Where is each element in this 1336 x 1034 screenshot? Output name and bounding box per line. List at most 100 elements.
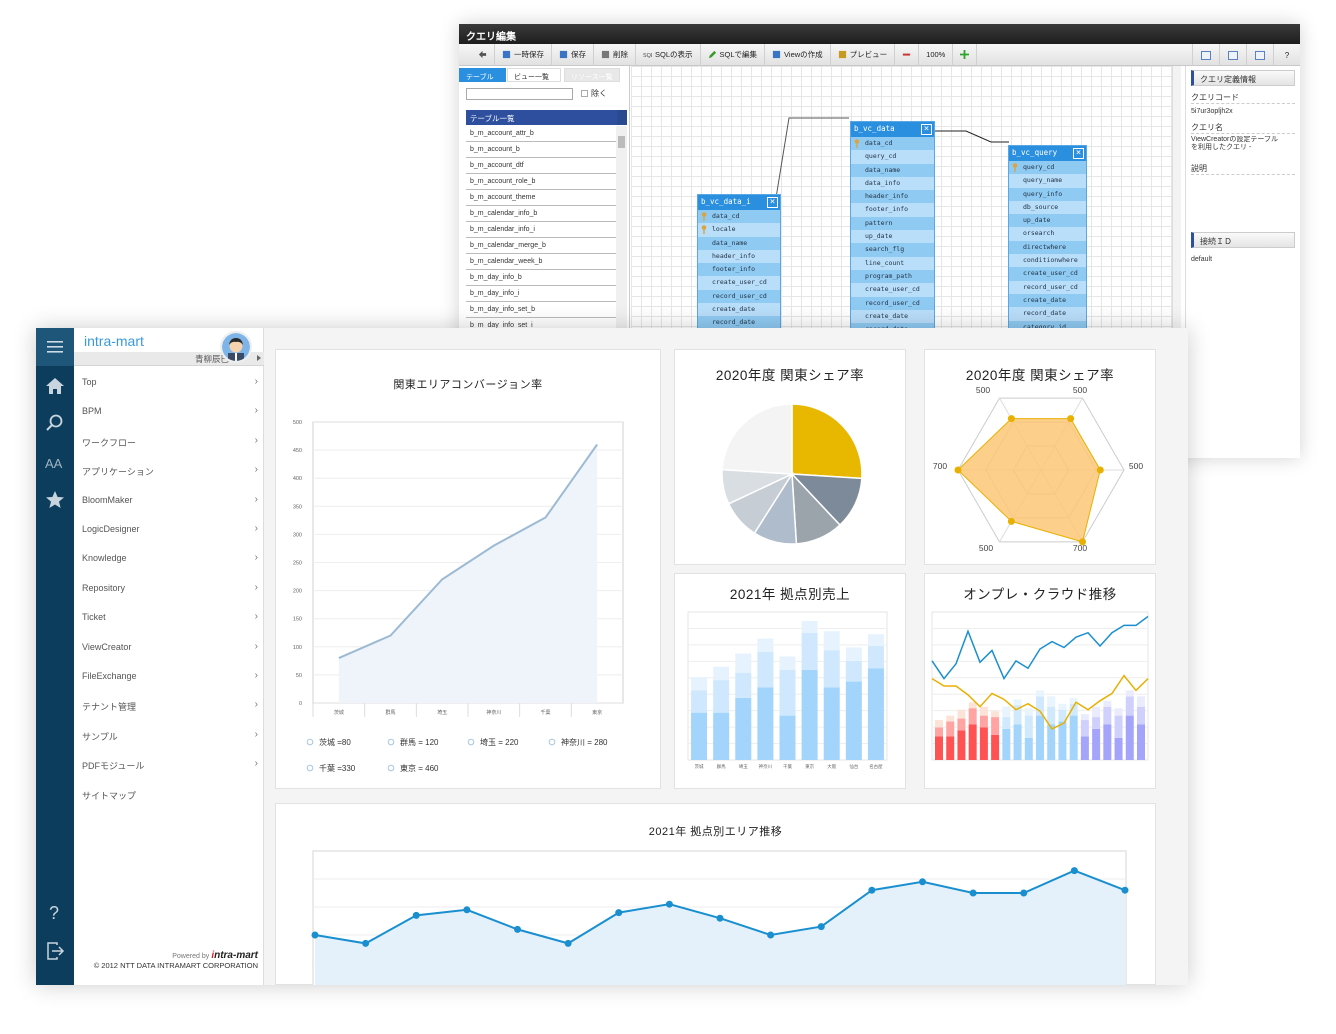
table-list-item[interactable]: b_m_calendar_merge_b	[466, 238, 616, 254]
query-name-textarea[interactable]: ViewCreatorの設定テーブルを利用したクエリ -	[1191, 136, 1283, 160]
table-filter-input[interactable]	[466, 88, 573, 100]
toolbar-button-layout-bottom[interactable]	[1219, 44, 1246, 66]
help-icon[interactable]: ?	[45, 902, 65, 922]
toolbar-button-zoom-in[interactable]	[953, 43, 978, 66]
menu-item-logicdesigner[interactable]: LogicDesigner ›	[74, 515, 264, 545]
menu-item-pdfモジュール[interactable]: PDFモジュール ›	[74, 750, 264, 780]
menu-item-bloommaker[interactable]: BloomMaker ›	[74, 486, 264, 516]
caret-right-icon[interactable]	[257, 355, 261, 361]
menu-toggle-button[interactable]	[36, 328, 74, 366]
er-column[interactable]: create_user_cd	[1009, 267, 1086, 280]
er-column[interactable]: data_name	[698, 237, 780, 250]
er-column[interactable]: up_date	[1009, 214, 1086, 227]
er-column[interactable]: data_info	[851, 176, 934, 191]
font-size-icon[interactable]: AA	[45, 453, 65, 473]
table-list-item[interactable]: b_m_calendar_info_i	[466, 222, 616, 238]
er-table-header[interactable]: b_vc_data_i ×	[698, 195, 780, 210]
er-column[interactable]: record_user_cd	[1009, 280, 1086, 294]
er-column[interactable]: up_date	[851, 230, 934, 244]
menu-item-top[interactable]: Top ›	[74, 368, 264, 398]
menu-item-bpm[interactable]: BPM ›	[74, 397, 264, 427]
search-icon[interactable]	[45, 413, 65, 433]
er-column[interactable]: data_cd	[698, 210, 780, 223]
table-list-item[interactable]: b_m_calendar_info_b	[466, 206, 616, 222]
toolbar-button-back-arrow[interactable]	[471, 43, 495, 66]
er-column[interactable]: create_date	[851, 309, 934, 324]
toolbar-button-layout-left[interactable]	[1192, 44, 1219, 66]
table-list-item[interactable]: b_m_calendar_week_b	[466, 254, 616, 270]
table-list-item[interactable]: b_m_day_info_b	[466, 270, 616, 286]
er-table-b_vc_data[interactable]: b_vc_data × data_cd query_cd data_name data_i…	[850, 121, 935, 361]
er-column[interactable]: query_cd	[1009, 161, 1086, 174]
menu-item-ワークフロー[interactable]: ワークフロー ›	[74, 427, 264, 457]
table-list-item[interactable]: b_m_account_role_b	[466, 174, 616, 190]
er-column[interactable]: data_name	[851, 164, 934, 177]
menu-item-テナント管理[interactable]: テナント管理 ›	[74, 691, 264, 721]
close-icon[interactable]: ×	[921, 124, 932, 135]
er-column[interactable]: create_user_cd	[698, 276, 780, 290]
close-icon[interactable]: ×	[767, 197, 778, 208]
er-column[interactable]: footer_info	[851, 203, 934, 217]
toolbar-button-view[interactable]: Viewの作成	[765, 43, 831, 66]
table-list-item[interactable]: b_m_account_theme	[466, 190, 616, 206]
er-column[interactable]: create_user_cd	[851, 283, 934, 297]
menu-item-ticket[interactable]: Ticket ›	[74, 603, 264, 633]
er-column[interactable]: record_user_cd	[698, 290, 780, 303]
er-column[interactable]: orsearch	[1009, 227, 1086, 241]
logout-icon[interactable]	[45, 941, 65, 961]
er-column[interactable]: record_date	[1009, 307, 1086, 321]
er-column[interactable]: locale	[698, 223, 780, 237]
er-column[interactable]: line_count	[851, 256, 934, 270]
er-column[interactable]: footer_info	[698, 263, 780, 276]
toolbar-button-sql[interactable]: SQLSQLの表示	[636, 43, 701, 66]
er-column[interactable]: create_date	[698, 303, 780, 317]
menu-item-サンプル[interactable]: サンプル ›	[74, 721, 264, 751]
table-list-item[interactable]: b_m_day_info_set_b	[466, 302, 616, 318]
exclude-checkbox[interactable]	[581, 90, 588, 97]
table-list-item[interactable]: b_m_account_attr_b	[466, 126, 616, 142]
close-icon[interactable]: ×	[1073, 148, 1084, 159]
toolbar-button-zoom-out[interactable]	[895, 43, 920, 66]
table-list-item[interactable]: b_m_account_dtf	[466, 158, 616, 174]
menu-item-fileexchange[interactable]: FileExchange ›	[74, 662, 264, 692]
description-textarea[interactable]	[1191, 176, 1295, 226]
er-column[interactable]: query_info	[1009, 188, 1086, 201]
er-column[interactable]: header_info	[851, 190, 934, 203]
er-table-b_vc_query[interactable]: b_vc_query × query_cd query_name query_info d…	[1008, 145, 1087, 347]
menu-item-viewcreator[interactable]: ViewCreator ›	[74, 633, 264, 663]
menu-item-アプリケーション[interactable]: アプリケーション ›	[74, 456, 264, 486]
toolbar-button-temp-save[interactable]: 一時保存	[495, 43, 552, 66]
er-column[interactable]: db_source	[1009, 200, 1086, 215]
er-table-header[interactable]: b_vc_query ×	[1009, 146, 1086, 161]
tab-table-list[interactable]: テーブル一覧	[459, 68, 506, 91]
toolbar-button-preview[interactable]: プレビュー	[831, 43, 896, 66]
toolbar-button-delete[interactable]: 削除	[594, 43, 636, 66]
menu-item-repository[interactable]: Repository ›	[74, 574, 264, 604]
chevron-right-icon: ›	[254, 728, 258, 740]
er-column[interactable]: program_path	[851, 270, 934, 283]
table-list-item[interactable]: b_m_day_info_i	[466, 286, 616, 302]
er-column[interactable]: query_name	[1009, 174, 1086, 188]
toolbar-button-layout-right[interactable]	[1246, 44, 1273, 66]
table-list-item[interactable]: b_m_account_b	[466, 142, 616, 158]
er-column[interactable]: directwhere	[1009, 241, 1086, 254]
toolbar-button-save[interactable]: 保存	[552, 43, 594, 66]
er-column[interactable]: data_cd	[851, 137, 934, 150]
er-table-header[interactable]: b_vc_data ×	[851, 122, 934, 137]
avatar[interactable]	[220, 331, 252, 363]
star-icon[interactable]	[45, 490, 65, 510]
er-column[interactable]: conditionwhere	[1009, 254, 1086, 268]
toolbar-button-zoom-level[interactable]: 100%	[919, 43, 954, 66]
tab-view-list[interactable]: ビュー一覧	[507, 68, 561, 82]
menu-item-サイトマップ[interactable]: サイトマップ	[74, 780, 264, 810]
toolbar-button-pencil[interactable]: SQLで編集	[701, 43, 766, 66]
menu-item-knowledge[interactable]: Knowledge ›	[74, 544, 264, 574]
home-icon[interactable]	[45, 376, 65, 396]
er-column[interactable]: pattern	[851, 217, 934, 230]
er-column[interactable]: search_flg	[851, 243, 934, 256]
er-column[interactable]: record_user_cd	[851, 297, 934, 310]
er-column[interactable]: header_info	[698, 249, 780, 264]
toolbar-button-help[interactable]: ?	[1273, 44, 1300, 66]
er-column[interactable]: query_cd	[851, 150, 934, 164]
er-column[interactable]: create_date	[1009, 294, 1086, 307]
